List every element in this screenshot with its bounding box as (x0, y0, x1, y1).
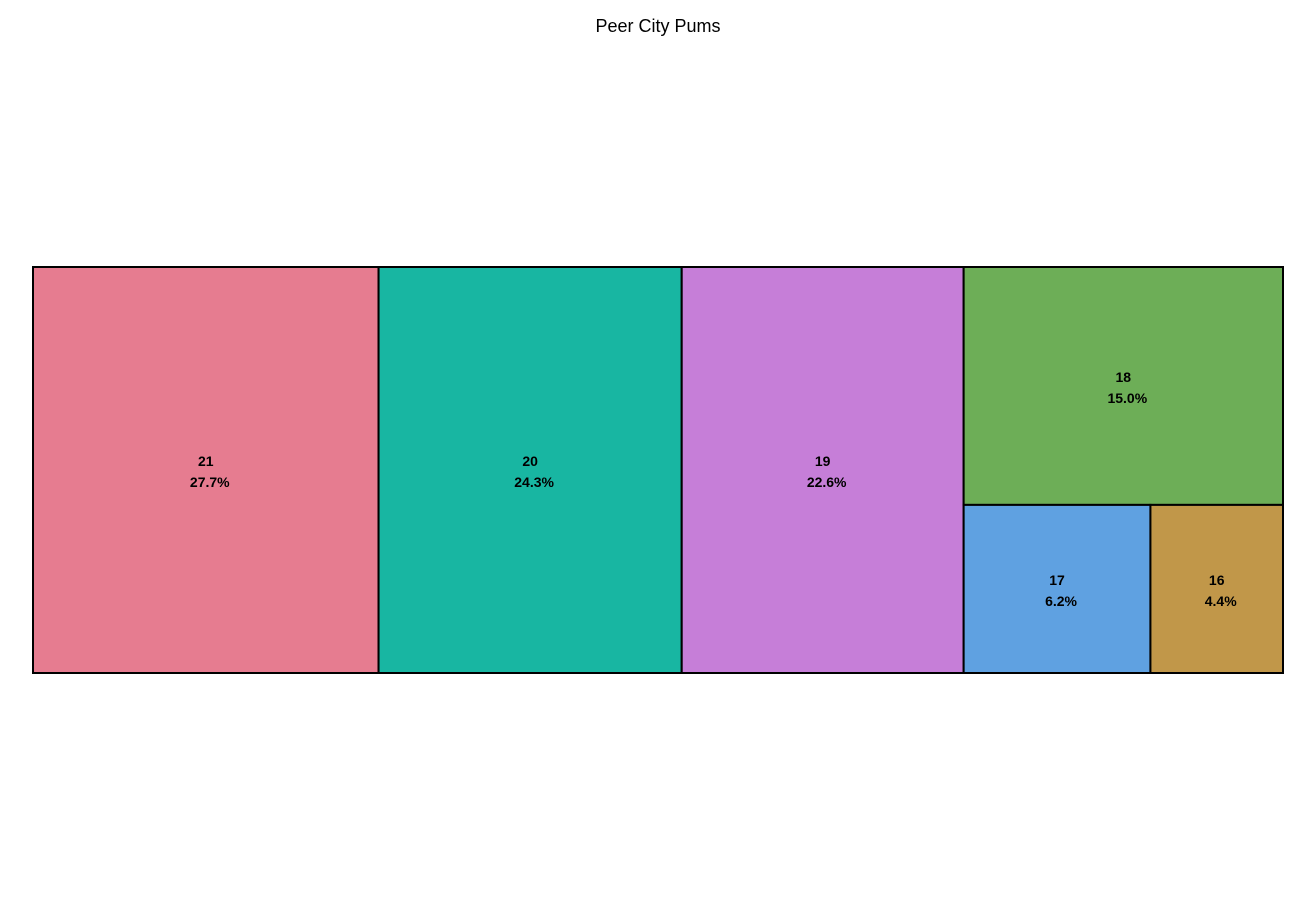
treemap-tile-21: 21 27.7% (32, 266, 380, 674)
tile-share-label: 24.3% (514, 474, 554, 490)
treemap-tile-20: 20 24.3% (377, 266, 683, 674)
treemap-rect (680, 266, 965, 674)
tile-share-label: 27.7% (190, 474, 230, 490)
treemap-tile-17: 17 6.2% (962, 503, 1152, 674)
treemap-tile-16: 16 4.4% (1149, 503, 1284, 674)
treemap-tile-19: 19 22.6% (680, 266, 965, 674)
tile-share-label: 15.0% (1107, 390, 1147, 406)
treemap-chart: 21 27.7% 20 24.3% 19 22.6% 18 15.0% 17 6.2% 16 4.4% (32, 266, 1284, 674)
treemap-rect (962, 503, 1152, 674)
treemap-rect (32, 266, 380, 674)
tile-label: 17 (1049, 572, 1065, 588)
tile-share-label: 6.2% (1045, 593, 1077, 609)
tile-share-label: 22.6% (807, 474, 847, 490)
tile-label: 18 (1116, 369, 1132, 385)
treemap-rect (962, 266, 1284, 506)
treemap-rect (377, 266, 683, 674)
tile-label: 21 (198, 453, 214, 469)
tile-label: 16 (1209, 572, 1225, 588)
treemap-tile-18: 18 15.0% (962, 266, 1284, 506)
tile-label: 20 (522, 453, 538, 469)
treemap-rect (1149, 503, 1284, 674)
tile-share-label: 4.4% (1205, 593, 1237, 609)
tile-label: 19 (815, 453, 831, 469)
